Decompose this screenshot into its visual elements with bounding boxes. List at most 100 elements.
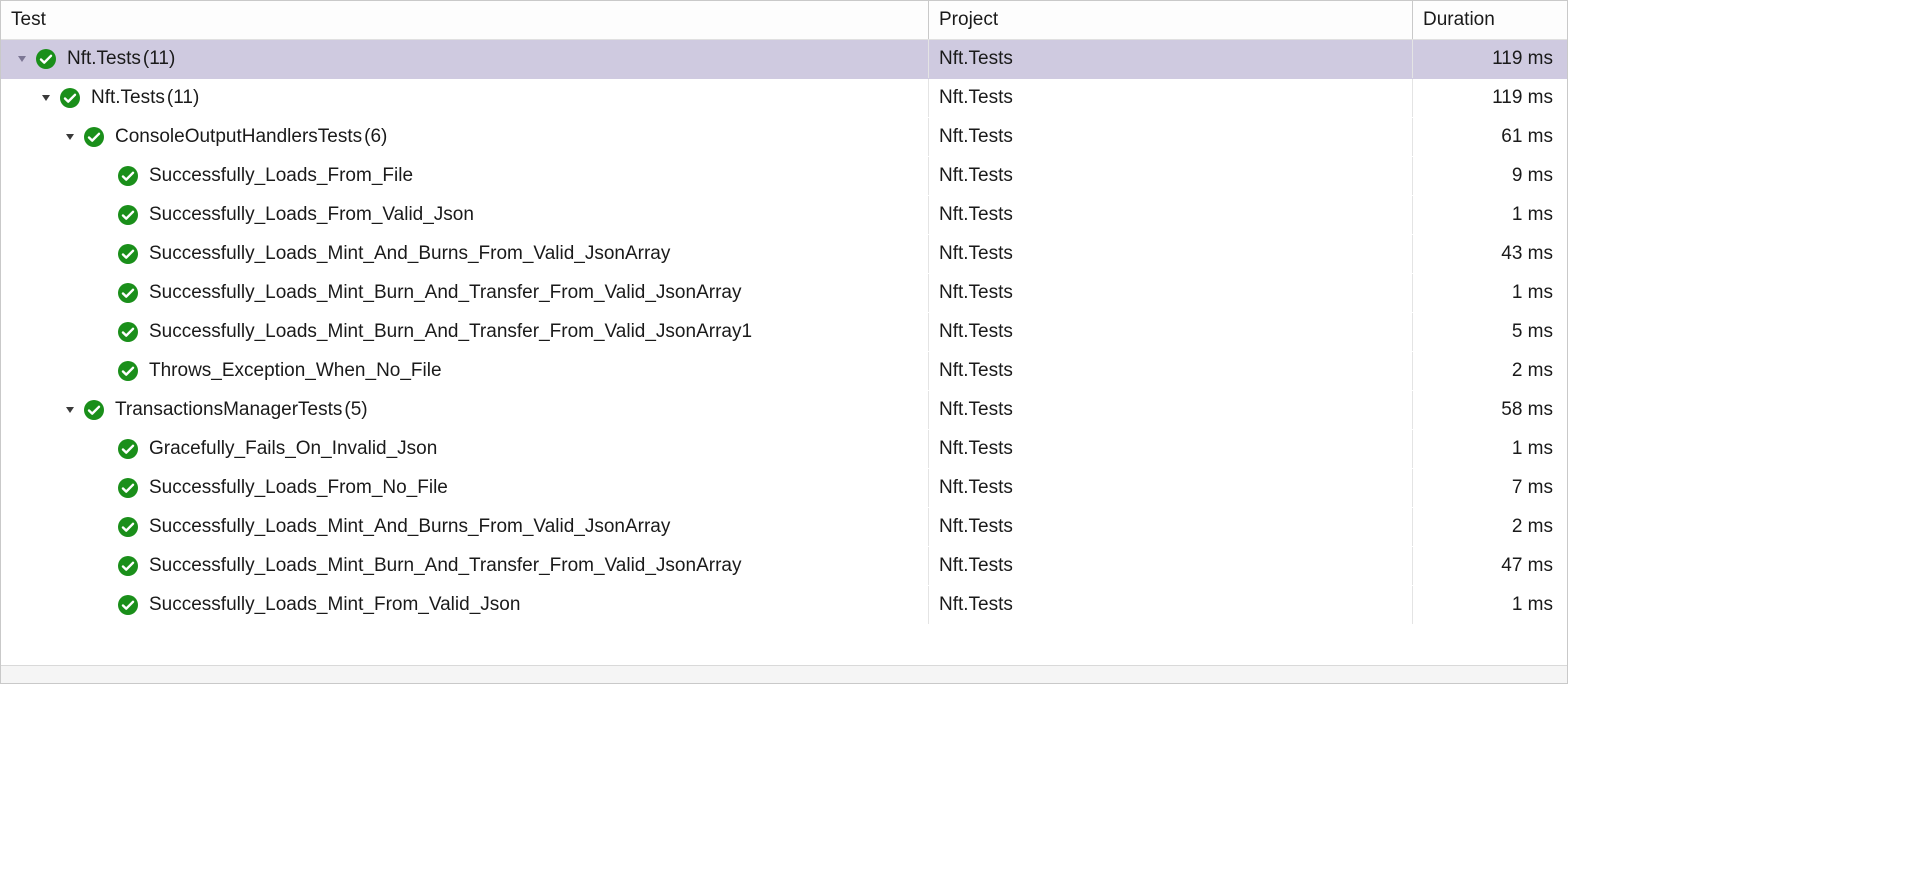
duration-cell: 1 ms — [1413, 274, 1567, 312]
duration-cell: 47 ms — [1413, 547, 1567, 585]
status-pass-icon — [83, 126, 105, 148]
test-row-cls1[interactable]: ConsoleOutputHandlersTests (6)Nft.Tests6… — [1, 118, 1567, 157]
project-cell: Nft.Tests — [929, 586, 1413, 624]
test-cell[interactable]: Successfully_Loads_Mint_Burn_And_Transfe… — [1, 274, 929, 312]
status-pass-icon — [117, 555, 139, 577]
project-cell: Nft.Tests — [929, 157, 1413, 195]
duration-cell: 43 ms — [1413, 235, 1567, 273]
test-name-label: Successfully_Loads_Mint_And_Burns_From_V… — [149, 243, 670, 265]
test-name-label: Throws_Exception_When_No_File — [149, 360, 442, 382]
duration-cell: 61 ms — [1413, 118, 1567, 156]
test-name-label: Nft.Tests — [91, 87, 165, 109]
status-pass-icon — [117, 360, 139, 382]
project-cell: Nft.Tests — [929, 508, 1413, 546]
duration-cell: 9 ms — [1413, 157, 1567, 195]
test-cell[interactable]: Successfully_Loads_Mint_And_Burns_From_V… — [1, 508, 929, 546]
test-tree: Nft.Tests (11)Nft.Tests119 msNft.Tests (… — [1, 40, 1567, 625]
duration-cell: 119 ms — [1413, 79, 1567, 117]
status-pass-icon — [117, 516, 139, 538]
test-cell[interactable]: Successfully_Loads_From_File — [1, 157, 929, 195]
status-pass-icon — [59, 87, 81, 109]
duration-cell: 1 ms — [1413, 430, 1567, 468]
test-cell[interactable]: Throws_Exception_When_No_File — [1, 352, 929, 390]
duration-cell: 2 ms — [1413, 508, 1567, 546]
test-name-label: Successfully_Loads_Mint_Burn_And_Transfe… — [149, 555, 741, 577]
test-cell[interactable]: Gracefully_Fails_On_Invalid_Json — [1, 430, 929, 468]
test-row-t8[interactable]: Successfully_Loads_From_No_File Nft.Tests… — [1, 469, 1567, 508]
column-header-row: Test Project Duration — [1, 1, 1567, 40]
test-cell[interactable]: Successfully_Loads_From_No_File — [1, 469, 929, 507]
test-cell[interactable]: Nft.Tests (11) — [1, 40, 929, 78]
test-name-label: Successfully_Loads_Mint_Burn_And_Transfe… — [149, 321, 752, 343]
status-pass-icon — [117, 165, 139, 187]
test-cell[interactable]: Successfully_Loads_Mint_From_Valid_Json — [1, 586, 929, 624]
test-row-t10[interactable]: Successfully_Loads_Mint_Burn_And_Transfe… — [1, 547, 1567, 586]
test-name-label: Successfully_Loads_Mint_Burn_And_Transfe… — [149, 282, 741, 304]
test-name-label: ConsoleOutputHandlersTests — [115, 126, 362, 148]
expander-icon[interactable] — [63, 130, 77, 144]
duration-cell: 5 ms — [1413, 313, 1567, 351]
project-cell: Nft.Tests — [929, 352, 1413, 390]
test-name-label: Gracefully_Fails_On_Invalid_Json — [149, 438, 437, 460]
expander-icon[interactable] — [63, 403, 77, 417]
test-cell[interactable]: Successfully_Loads_Mint_And_Burns_From_V… — [1, 235, 929, 273]
expander-icon[interactable] — [15, 52, 29, 66]
status-pass-icon — [117, 438, 139, 460]
duration-cell: 1 ms — [1413, 586, 1567, 624]
test-row-root[interactable]: Nft.Tests (11)Nft.Tests119 ms — [1, 40, 1567, 79]
project-cell: Nft.Tests — [929, 79, 1413, 117]
test-row-t4[interactable]: Successfully_Loads_Mint_Burn_And_Transfe… — [1, 274, 1567, 313]
test-row-cls2[interactable]: TransactionsManagerTests (5)Nft.Tests58 … — [1, 391, 1567, 430]
column-header-project[interactable]: Project — [929, 1, 1413, 39]
status-pass-icon — [117, 282, 139, 304]
status-pass-icon — [117, 321, 139, 343]
test-name-label: Successfully_Loads_From_File — [149, 165, 413, 187]
status-pass-icon — [83, 399, 105, 421]
status-pass-icon — [117, 204, 139, 226]
test-row-t5[interactable]: Successfully_Loads_Mint_Burn_And_Transfe… — [1, 313, 1567, 352]
duration-cell: 119 ms — [1413, 40, 1567, 78]
test-row-t11[interactable]: Successfully_Loads_Mint_From_Valid_Json N… — [1, 586, 1567, 625]
project-cell: Nft.Tests — [929, 430, 1413, 468]
test-count-label: (11) — [143, 48, 175, 70]
test-row-ns[interactable]: Nft.Tests (11)Nft.Tests119 ms — [1, 79, 1567, 118]
column-header-test[interactable]: Test — [1, 1, 929, 39]
test-row-t6[interactable]: Throws_Exception_When_No_FileNft.Tests2 … — [1, 352, 1567, 391]
project-cell: Nft.Tests — [929, 118, 1413, 156]
test-name-label: Successfully_Loads_From_Valid_Json — [149, 204, 474, 226]
test-explorer-panel: Test Project Duration Nft.Tests (11)Nft.… — [0, 0, 1568, 684]
test-row-t9[interactable]: Successfully_Loads_Mint_And_Burns_From_V… — [1, 508, 1567, 547]
test-row-t2[interactable]: Successfully_Loads_From_Valid_Json Nft.Te… — [1, 196, 1567, 235]
test-cell[interactable]: Successfully_Loads_From_Valid_Json — [1, 196, 929, 234]
test-cell[interactable]: Successfully_Loads_Mint_Burn_And_Transfe… — [1, 547, 929, 585]
status-pass-icon — [117, 243, 139, 265]
test-cell[interactable]: Nft.Tests (11) — [1, 79, 929, 117]
test-row-t7[interactable]: Gracefully_Fails_On_Invalid_Json Nft.Test… — [1, 430, 1567, 469]
project-cell: Nft.Tests — [929, 469, 1413, 507]
test-cell[interactable]: TransactionsManagerTests (5) — [1, 391, 929, 429]
project-cell: Nft.Tests — [929, 274, 1413, 312]
test-row-t3[interactable]: Successfully_Loads_Mint_And_Burns_From_V… — [1, 235, 1567, 274]
expander-icon[interactable] — [39, 91, 53, 105]
duration-cell: 1 ms — [1413, 196, 1567, 234]
status-pass-icon — [117, 477, 139, 499]
test-row-t1[interactable]: Successfully_Loads_From_File Nft.Tests9 m… — [1, 157, 1567, 196]
test-count-label: (5) — [344, 399, 367, 421]
duration-cell: 7 ms — [1413, 469, 1567, 507]
project-cell: Nft.Tests — [929, 391, 1413, 429]
test-cell[interactable]: ConsoleOutputHandlersTests (6) — [1, 118, 929, 156]
project-cell: Nft.Tests — [929, 235, 1413, 273]
test-cell[interactable]: Successfully_Loads_Mint_Burn_And_Transfe… — [1, 313, 929, 351]
test-name-label: Nft.Tests — [67, 48, 141, 70]
status-pass-icon — [35, 48, 57, 70]
test-name-label: Successfully_Loads_From_No_File — [149, 477, 448, 499]
project-cell: Nft.Tests — [929, 196, 1413, 234]
test-name-label: Successfully_Loads_Mint_And_Burns_From_V… — [149, 516, 670, 538]
project-cell: Nft.Tests — [929, 40, 1413, 78]
project-cell: Nft.Tests — [929, 313, 1413, 351]
footer-strip — [1, 665, 1567, 683]
project-cell: Nft.Tests — [929, 547, 1413, 585]
column-header-duration[interactable]: Duration — [1413, 1, 1567, 39]
test-name-label: Successfully_Loads_Mint_From_Valid_Json — [149, 594, 520, 616]
status-pass-icon — [117, 594, 139, 616]
